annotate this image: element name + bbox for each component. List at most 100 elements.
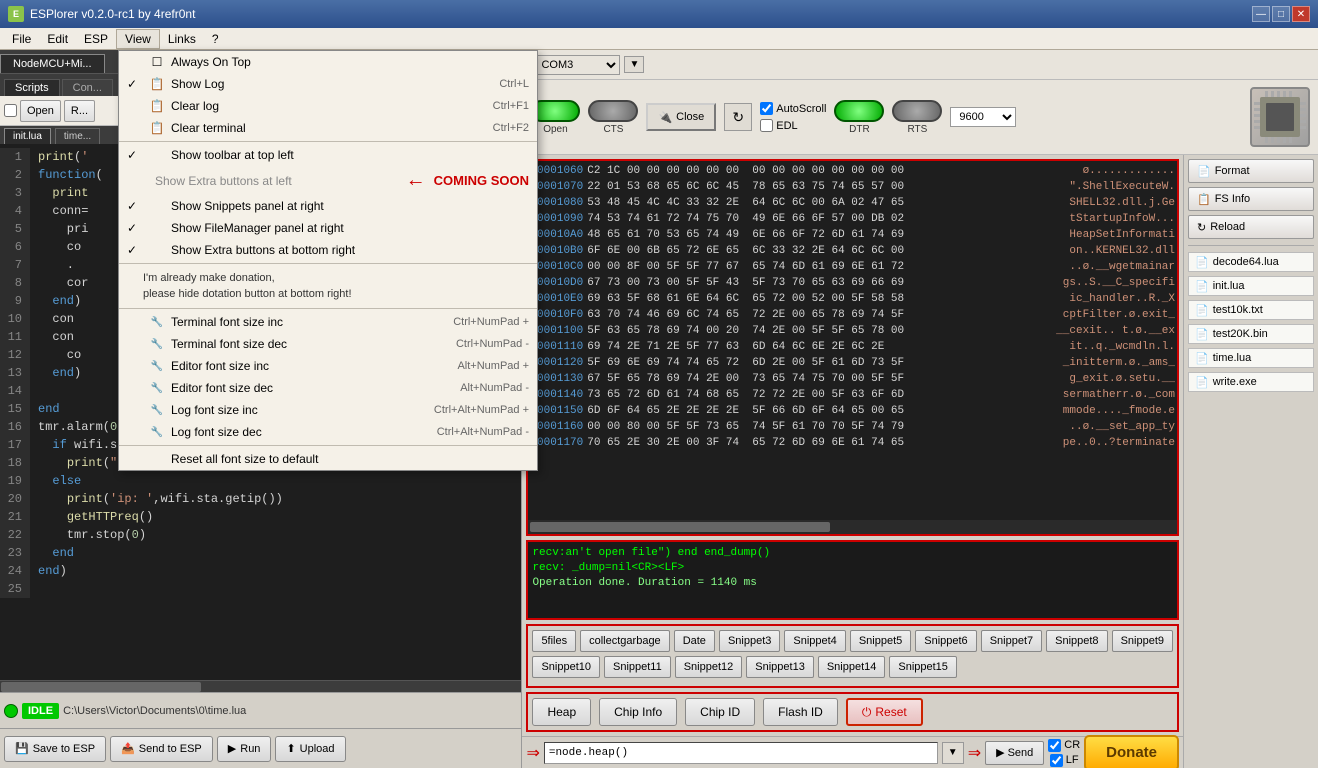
run-icon: ▶ (228, 742, 236, 755)
hscroll-thumb[interactable] (1, 682, 201, 692)
view-dropdown-menu: ☐ Always On Top ✓ 📋 Show Log Ctrl+L 📋 Cl… (118, 50, 538, 471)
menu-always-on-top[interactable]: ☐ Always On Top (119, 51, 537, 73)
snippet-5[interactable]: Snippet5 (850, 630, 911, 652)
menu-log-font-dec[interactable]: 🔧 Log font size dec Ctrl+Alt+NumPad - (119, 421, 537, 443)
edl-checkbox[interactable] (760, 119, 773, 132)
file-decode64[interactable]: 📄 decode64.lua (1188, 252, 1314, 272)
lf-label: LF (1066, 754, 1079, 766)
hex-hscroll-thumb[interactable] (530, 522, 830, 532)
autoscroll-label: AutoScroll (776, 103, 826, 115)
maximize-button[interactable]: □ (1272, 6, 1290, 22)
snippet-date[interactable]: Date (674, 630, 715, 652)
com-expand-button[interactable]: ▼ (624, 56, 644, 73)
heap-button[interactable]: Heap (532, 698, 591, 726)
menu-editor-font-dec[interactable]: 🔧 Editor font size dec Alt+NumPad - (119, 377, 537, 399)
tab-time-lua[interactable]: time... (55, 128, 100, 144)
send-button[interactable]: ▶ Send (985, 741, 1044, 765)
file-init-lua[interactable]: 📄 init.lua (1188, 276, 1314, 296)
menu-esp[interactable]: ESP (76, 30, 116, 48)
snippet-9[interactable]: Snippet9 (1112, 630, 1173, 652)
cts-button[interactable] (588, 100, 638, 122)
hex-content[interactable]: 00001060C2 1C 00 00 00 00 00 00 00 00 00… (528, 161, 1177, 520)
flash-id-button[interactable]: Flash ID (763, 698, 838, 726)
close-button[interactable]: ✕ (1292, 6, 1310, 22)
menu-links[interactable]: Links (160, 30, 204, 48)
menu-help[interactable]: ? (204, 30, 227, 48)
rts-button[interactable] (892, 100, 942, 122)
snippet-11[interactable]: Snippet11 (604, 656, 671, 678)
file-test20k[interactable]: 📄 test20K.bin (1188, 324, 1314, 344)
file-time-lua[interactable]: 📄 time.lua (1188, 348, 1314, 368)
reset-button[interactable]: ⏻ Reset (846, 698, 923, 726)
menu-clear-terminal[interactable]: 📋 Clear terminal Ctrl+F2 (119, 117, 537, 139)
menu-show-toolbar[interactable]: ✓ Show toolbar at top left (119, 144, 537, 166)
snippet-12[interactable]: Snippet12 (675, 656, 743, 678)
snippet-8[interactable]: Snippet8 (1046, 630, 1107, 652)
menu-view[interactable]: View (116, 29, 160, 49)
menu-show-snippets[interactable]: ✓ Show Snippets panel at right (119, 195, 537, 217)
reload-toolbar-button[interactable]: R... (64, 100, 95, 122)
checkbox-left[interactable] (4, 104, 17, 117)
menu-edit[interactable]: Edit (39, 30, 76, 48)
edl-row: EDL (760, 119, 826, 132)
snippet-10[interactable]: Snippet10 (532, 656, 600, 678)
snippet-15[interactable]: Snippet15 (889, 656, 957, 678)
menu-show-filemanager[interactable]: ✓ Show FileManager panel at right (119, 217, 537, 239)
com-port-select[interactable]: COM3 (530, 55, 620, 75)
snippet-collectgarbage[interactable]: collectgarbage (580, 630, 670, 652)
chip-info-button[interactable]: Chip Info (599, 698, 677, 726)
log-area[interactable]: recv:an't open file") end end_dump() rec… (526, 540, 1179, 620)
baud-rate-select[interactable]: 9600 115200 57600 (950, 107, 1016, 127)
menu-editor-font-inc[interactable]: 🔧 Editor font size inc Alt+NumPad + (119, 355, 537, 377)
refresh-button[interactable]: ↻ (724, 103, 752, 131)
file-icon: 📄 (1195, 304, 1209, 317)
format-button[interactable]: 📄 Format (1188, 159, 1314, 183)
cmd-dropdown-button[interactable]: ▼ (942, 742, 964, 764)
menu-reset-font[interactable]: Reset all font size to default (119, 448, 537, 470)
autoscroll-checkbox[interactable] (760, 102, 773, 115)
file-test10k[interactable]: 📄 test10k.txt (1188, 300, 1314, 320)
tab-nodemcu[interactable]: NodeMCU+Mi... (0, 54, 105, 73)
code-line-25: 25 (0, 580, 521, 598)
open-button[interactable]: Open (20, 100, 61, 122)
hex-line: 000010C000 00 8F 00 5F 5F 77 67 65 74 6D… (530, 259, 1175, 275)
save-to-esp-button[interactable]: 💾 Save to ESP (4, 736, 106, 762)
menu-log-font-inc[interactable]: 🔧 Log font size inc Ctrl+Alt+NumPad + (119, 399, 537, 421)
sub-tab-scripts[interactable]: Scripts (4, 79, 60, 96)
snippet-5files[interactable]: 5files (532, 630, 576, 652)
snippet-7[interactable]: Snippet7 (981, 630, 1042, 652)
sub-tab-con[interactable]: Con... (62, 79, 113, 96)
dtr-button[interactable] (834, 100, 884, 122)
snippet-14[interactable]: Snippet14 (818, 656, 886, 678)
lf-checkbox[interactable] (1050, 754, 1063, 767)
command-input[interactable] (544, 742, 938, 764)
snippet-4[interactable]: Snippet4 (784, 630, 845, 652)
close-button[interactable]: 🔌 Close (646, 103, 716, 131)
tab-init-lua[interactable]: init.lua (4, 128, 51, 144)
snippet-13[interactable]: Snippet13 (746, 656, 814, 678)
donate-button[interactable]: Donate (1084, 735, 1179, 768)
snippet-3[interactable]: Snippet3 (719, 630, 780, 652)
minimize-button[interactable]: — (1252, 6, 1270, 22)
cr-checkbox[interactable] (1048, 739, 1061, 752)
menu-file[interactable]: File (4, 30, 39, 48)
hex-hscrollbar[interactable] (528, 520, 1177, 534)
power-icon: ⏻ (862, 705, 872, 720)
menu-show-extra-bottom[interactable]: ✓ Show Extra buttons at bottom right (119, 239, 537, 261)
clearlog-icon: 📋 (149, 98, 165, 114)
snippet-6[interactable]: Snippet6 (915, 630, 976, 652)
run-button[interactable]: ▶ Run (217, 736, 272, 762)
file-write-exe[interactable]: 📄 write.exe (1188, 372, 1314, 392)
upload-button[interactable]: ⬆ Upload (275, 736, 345, 762)
menu-show-extra-left[interactable]: Show Extra buttons at left ← COMING SOON (119, 166, 537, 195)
menu-clear-log[interactable]: 📋 Clear log Ctrl+F1 (119, 95, 537, 117)
cts-group: CTS (588, 100, 638, 135)
send-to-esp-button[interactable]: 📤 Send to ESP (110, 736, 213, 762)
menu-terminal-font-inc[interactable]: 🔧 Terminal font size inc Ctrl+NumPad + (119, 311, 537, 333)
menu-terminal-font-dec[interactable]: 🔧 Terminal font size dec Ctrl+NumPad - (119, 333, 537, 355)
reload-button[interactable]: ↻ Reload (1188, 215, 1314, 239)
fs-info-button[interactable]: 📋 FS Info (1188, 187, 1314, 211)
chip-id-button[interactable]: Chip ID (685, 698, 755, 726)
editor-hscrollbar[interactable] (0, 680, 521, 692)
menu-show-log[interactable]: ✓ 📋 Show Log Ctrl+L (119, 73, 537, 95)
